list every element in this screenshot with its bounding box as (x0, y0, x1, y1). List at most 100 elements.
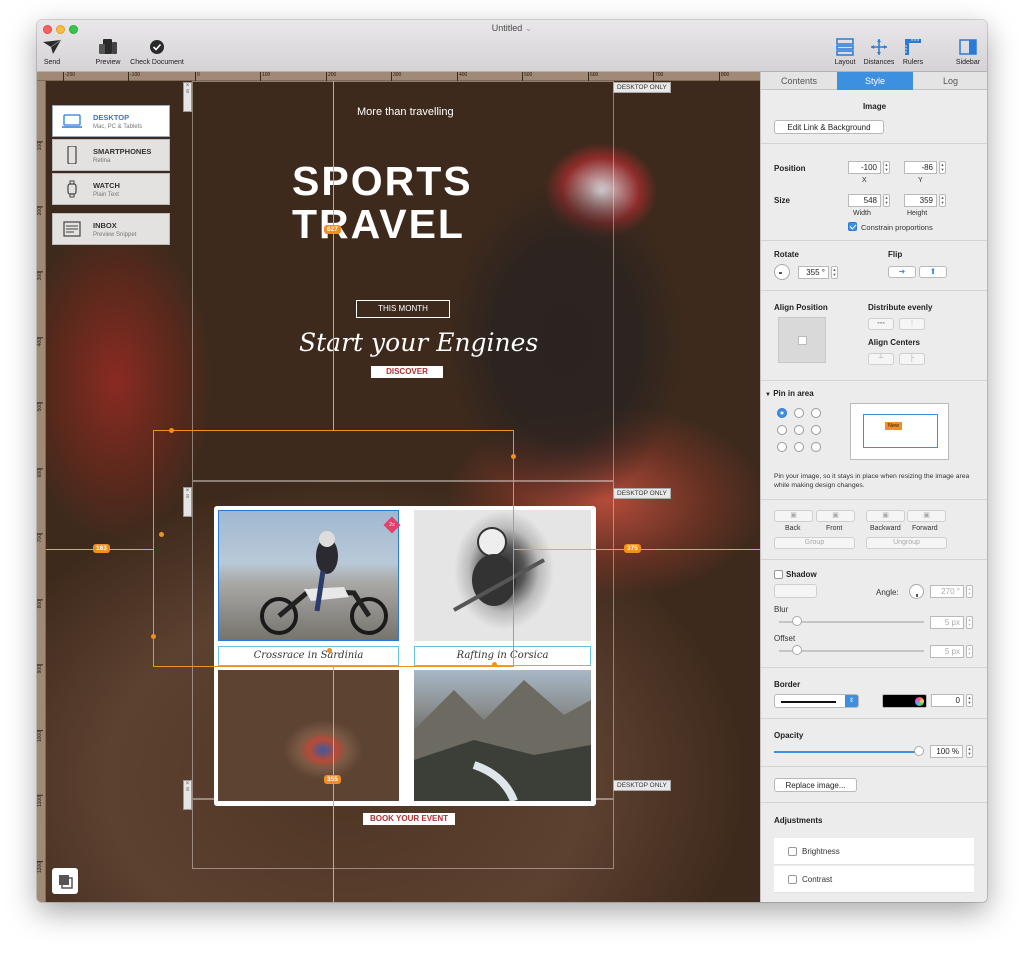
brightness-checkbox[interactable] (788, 847, 797, 856)
offset-stepper[interactable]: ▲ ▼ (966, 645, 973, 658)
hero-title[interactable]: SPORTS TRAVEL (292, 160, 473, 246)
desktop-only-label: DESKTOP ONLY (613, 780, 671, 791)
tagline-text[interactable]: More than travelling (357, 106, 454, 118)
send-to-back-button[interactable]: ▣ (774, 510, 813, 522)
align-center-horizontal-button[interactable]: ┴ (868, 353, 894, 365)
ruler-tick: 1200 (37, 861, 43, 874)
offset-input[interactable]: 5 px (930, 645, 964, 658)
device-desktop[interactable]: DESKTOP Mac, PC & Tablets (52, 105, 170, 137)
section-handle[interactable]: × ≡ (183, 780, 192, 810)
pin-anchor-grid[interactable] (774, 405, 824, 455)
angle-dial[interactable] (909, 584, 924, 599)
section-handle[interactable]: × ≡ (183, 82, 192, 112)
border-style-select[interactable]: ⇕ (774, 694, 859, 708)
align-center-vertical-button[interactable]: ├ (899, 353, 925, 365)
script-heading[interactable]: Start your Engines (299, 328, 538, 357)
border-color-well[interactable] (882, 694, 927, 708)
opacity-slider[interactable] (774, 751, 919, 753)
height-stepper[interactable]: ▲ ▼ (939, 194, 946, 207)
rotate-stepper[interactable]: ▲ ▼ (831, 266, 838, 279)
offset-slider-knob[interactable] (792, 645, 802, 655)
edit-link-background-button[interactable]: Edit Link & Background (774, 120, 884, 134)
opacity-stepper[interactable]: ▲ ▼ (966, 745, 973, 758)
resize-handle[interactable] (151, 634, 156, 639)
arrow-right-icon: ➜ (898, 267, 906, 276)
app-window: Untitled ⌄ Send Preview Check Document L… (37, 20, 987, 902)
send-backward-button[interactable]: ▣ (866, 510, 905, 522)
width-stepper[interactable]: ▲ ▼ (883, 194, 890, 207)
flip-vertical-button[interactable]: ⬆ (919, 266, 947, 278)
discover-button[interactable]: DISCOVER (371, 366, 443, 378)
align-position-grid[interactable] (778, 317, 826, 363)
flip-horizontal-button[interactable]: ➜ (888, 266, 916, 278)
ungroup-button[interactable]: Ungroup (866, 537, 947, 549)
mountain-waterfall-image[interactable] (414, 670, 591, 803)
resize-handle[interactable] (169, 428, 174, 433)
opacity-section: Opacity 100 % ▲ ▼ (761, 719, 987, 767)
horizontal-ruler[interactable]: -200 -100 0 100 200 300 400 500 600 700 … (37, 72, 760, 81)
design-canvas[interactable]: -200 -100 0 100 200 300 400 500 600 700 … (37, 72, 760, 902)
blur-input[interactable]: 5 px (930, 616, 964, 629)
contrast-checkbox[interactable] (788, 875, 797, 884)
angle-input[interactable]: 270 ° (930, 585, 964, 598)
constrain-proportions-checkbox[interactable] (848, 222, 857, 231)
shadow-checkbox[interactable] (774, 570, 783, 579)
adjustment-row-brightness[interactable]: Brightness (774, 838, 974, 865)
position-x-input[interactable]: -100 (848, 161, 881, 174)
preview-button[interactable]: Preview (92, 38, 124, 66)
position-y-stepper[interactable]: ▲ ▼ (939, 161, 946, 174)
adjustment-row-contrast[interactable]: Contrast (774, 866, 974, 893)
opacity-input[interactable]: 100 % (930, 745, 963, 758)
selected-image-frame[interactable] (153, 430, 514, 667)
shadow-color-well[interactable] (774, 584, 817, 598)
vertical-ruler[interactable]: 100 200 300 400 500 600 700 800 900 1000… (37, 81, 46, 902)
group-button[interactable]: Group (774, 537, 855, 549)
device-watch[interactable]: WATCH Plain Text (52, 173, 170, 205)
rotate-dial[interactable] (774, 264, 790, 280)
tab-contents[interactable]: Contents (761, 72, 837, 90)
border-width-stepper[interactable]: ▲ ▼ (966, 694, 973, 707)
dirt-rider-image[interactable] (218, 670, 399, 801)
check-document-button[interactable]: Check Document (125, 38, 189, 66)
blur-stepper[interactable]: ▲ ▼ (966, 616, 973, 629)
height-input[interactable]: 359 (904, 194, 937, 207)
checkmark-circle-icon (150, 40, 164, 54)
distribute-vertical-button[interactable]: ⋮ (899, 318, 925, 330)
resize-handle[interactable] (511, 454, 516, 459)
width-input[interactable]: 548 (848, 194, 881, 207)
bring-to-front-button[interactable]: ▣ (816, 510, 855, 522)
sidebar-toggle-button[interactable]: Sidebar (954, 38, 982, 66)
resize-handle[interactable] (492, 662, 497, 667)
opacity-slider-knob[interactable] (914, 746, 924, 756)
rotate-input[interactable]: 355 ° (798, 266, 829, 279)
distance-guide-top (333, 81, 334, 430)
align-center-icon[interactable] (798, 336, 807, 345)
resize-handle[interactable] (159, 532, 164, 537)
position-x-stepper[interactable]: ▲ ▼ (883, 161, 890, 174)
resize-handle[interactable] (327, 648, 332, 653)
inbox-icon (63, 221, 81, 237)
device-inbox[interactable]: INBOX Preview Snippet (52, 213, 170, 245)
device-smartphones[interactable]: SMARTPHONES Retina (52, 139, 170, 171)
distances-button[interactable]: Distances (861, 38, 897, 66)
canvas-overview-button[interactable] (52, 868, 78, 894)
device-list: DESKTOP Mac, PC & Tablets SMARTPHONES Re… (52, 105, 170, 247)
blur-slider-knob[interactable] (792, 616, 802, 626)
disclosure-triangle-icon: ▼ (765, 392, 771, 398)
distribute-horizontal-button[interactable]: ▪▪▪ (868, 318, 894, 330)
position-y-input[interactable]: -86 (904, 161, 937, 174)
angle-stepper[interactable]: ▲ ▼ (966, 585, 973, 598)
book-event-button[interactable]: BOOK YOUR EVENT (363, 813, 455, 825)
bring-forward-button[interactable]: ▣ (907, 510, 946, 522)
width-label: Width (853, 210, 871, 217)
pin-label[interactable]: ▼ Pin in area (765, 389, 814, 398)
tab-style[interactable]: Style (837, 72, 913, 90)
layout-button[interactable]: Layout (832, 38, 858, 66)
tab-log[interactable]: Log (913, 72, 987, 90)
rulers-button[interactable]: Rulers (898, 38, 928, 66)
this-month-button[interactable]: THIS MONTH (356, 300, 450, 318)
send-button[interactable]: Send (41, 38, 63, 66)
border-width-input[interactable]: 0 (931, 694, 964, 707)
position-size-section: Position -100 ▲ ▼ -86 ▲ ▼ X Y Size 548 ▲ ▼ … (761, 144, 987, 241)
replace-image-button[interactable]: Replace image... (774, 778, 857, 792)
